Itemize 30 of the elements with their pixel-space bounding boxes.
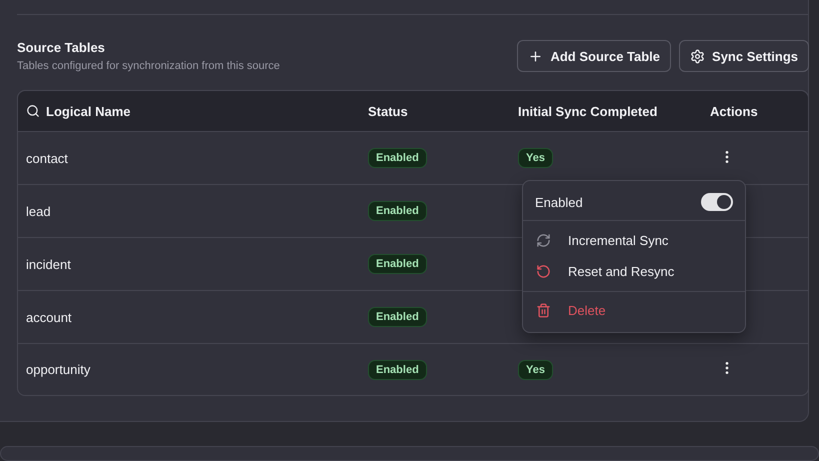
settings-icon bbox=[690, 48, 706, 64]
enabled-toggle[interactable] bbox=[701, 193, 733, 211]
column-header: Actions bbox=[710, 104, 758, 118]
status-badge: Enabled bbox=[368, 360, 427, 380]
status-badge: Enabled bbox=[368, 148, 427, 168]
sync-settings-button[interactable]: Sync Settings bbox=[679, 40, 809, 72]
status-badge: Enabled bbox=[368, 201, 427, 221]
table-cell-text: account bbox=[26, 310, 73, 324]
status-badge: Enabled bbox=[368, 307, 427, 327]
plus-icon bbox=[528, 48, 544, 64]
reset-icon bbox=[536, 264, 551, 279]
sync-badge: Yes bbox=[518, 148, 553, 168]
table-cell-text: opportunity bbox=[26, 362, 92, 377]
table-cell-text: lead bbox=[26, 204, 52, 218]
table-cell-text: contact bbox=[26, 150, 69, 166]
column-header: Logical Name bbox=[46, 104, 131, 118]
trash-icon bbox=[536, 303, 551, 318]
toggle-label: Enabled bbox=[535, 194, 583, 210]
section-title: Source Tables bbox=[17, 40, 106, 55]
refresh-icon bbox=[536, 233, 551, 248]
column-header: Initial Sync Completed bbox=[518, 104, 658, 118]
table-cell-text: incident bbox=[26, 256, 72, 272]
menu-item[interactable]: Reset and Resync bbox=[523, 256, 745, 287]
search-icon[interactable] bbox=[26, 104, 40, 118]
add-source-table-button[interactable]: Add Source Table bbox=[517, 40, 672, 72]
sync-badge: Yes bbox=[518, 360, 553, 380]
status-badge: Enabled bbox=[368, 254, 427, 274]
menu-item[interactable]: Incremental Sync bbox=[523, 225, 745, 256]
section-subtitle: Tables configured for synchronization from this source bbox=[17, 60, 280, 72]
column-header: Status bbox=[368, 104, 408, 118]
